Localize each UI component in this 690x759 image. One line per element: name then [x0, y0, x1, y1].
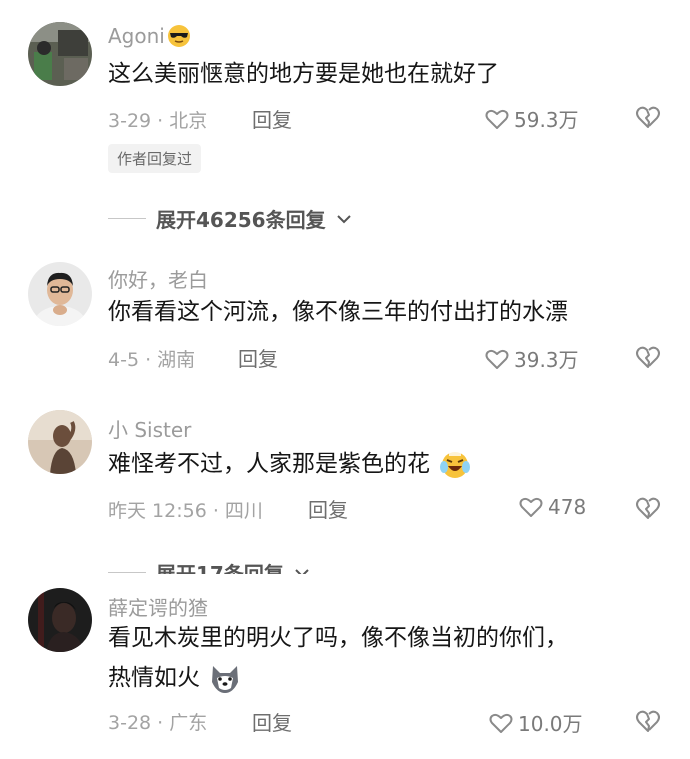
reply-button[interactable]: 回复	[238, 343, 278, 372]
username-text: 小 Sister	[108, 418, 192, 442]
dislike-icon[interactable]	[634, 708, 662, 734]
username-text: Agoni	[108, 24, 165, 48]
dislike-icon[interactable]	[634, 104, 662, 130]
like-button[interactable]: 39.3万	[484, 344, 579, 373]
comment-text-body: 难怪考不过，人家那是紫色的花	[108, 451, 430, 477]
divider-line	[108, 572, 146, 573]
avatar[interactable]	[28, 410, 92, 474]
avatar[interactable]	[28, 262, 92, 326]
comment-text: 这么美丽惬意的地方要是她也在就好了	[108, 61, 499, 87]
comment-text-line-2-text: 热情如火	[108, 665, 200, 691]
like-button[interactable]: 10.0万	[488, 708, 583, 737]
heart-icon	[489, 713, 513, 733]
like-button[interactable]: 59.3万	[484, 104, 579, 133]
laugh-emoji-icon	[440, 450, 471, 478]
heart-icon	[485, 109, 509, 129]
avatar[interactable]	[28, 22, 92, 86]
author-replied-badge: 作者回复过	[108, 144, 202, 173]
comment-text: 难怪考不过，人家那是紫色的花	[108, 446, 668, 482]
comment-meta: 昨天 12:56 · 四川	[108, 500, 263, 522]
like-button[interactable]: 478	[518, 495, 586, 519]
scroll-clip	[0, 574, 690, 584]
like-count: 39.3万	[514, 348, 579, 372]
reply-button[interactable]: 回复	[308, 494, 348, 523]
username-text: 薛定谔的猹	[108, 596, 208, 620]
heart-icon	[519, 497, 543, 517]
dislike-icon[interactable]	[634, 495, 662, 521]
dislike-icon[interactable]	[634, 344, 662, 370]
username-text: 你好，老白	[108, 268, 208, 292]
like-count: 10.0万	[518, 712, 583, 736]
comment-text-line-1: 看见木炭里的明火了吗，像不像当初的你们，	[108, 625, 568, 651]
heart-icon	[485, 349, 509, 369]
comment-meta: 3-28 · 广东	[108, 712, 208, 734]
avatar[interactable]	[28, 588, 92, 652]
husky-emoji-icon	[212, 665, 239, 693]
chevron-down-icon	[336, 214, 351, 223]
username[interactable]: Agoni	[108, 24, 191, 48]
comment-meta: 4-5 · 湖南	[108, 349, 196, 371]
sunglasses-emoji-icon	[167, 25, 190, 47]
expand-replies-button[interactable]: 展开46256条回复	[108, 204, 352, 233]
reply-button[interactable]: 回复	[252, 104, 292, 133]
expand-replies-label: 展开46256条回复	[156, 208, 326, 232]
comment-text-line-2: 热情如火	[108, 660, 668, 696]
username[interactable]: 你好，老白	[108, 264, 208, 293]
comment-text: 你看看这个河流，像不像三年的付出打的水漂	[108, 299, 568, 325]
username[interactable]: 小 Sister	[108, 414, 191, 443]
divider-line	[108, 218, 146, 219]
username[interactable]: 薛定谔的猹	[108, 592, 208, 621]
like-count: 59.3万	[514, 108, 579, 132]
comment-text: 看见木炭里的明火了吗，像不像当初的你们， 热情如火	[108, 620, 668, 696]
like-count: 478	[548, 495, 587, 519]
comment-meta: 3-29 · 北京	[108, 110, 208, 132]
reply-button[interactable]: 回复	[252, 707, 292, 736]
